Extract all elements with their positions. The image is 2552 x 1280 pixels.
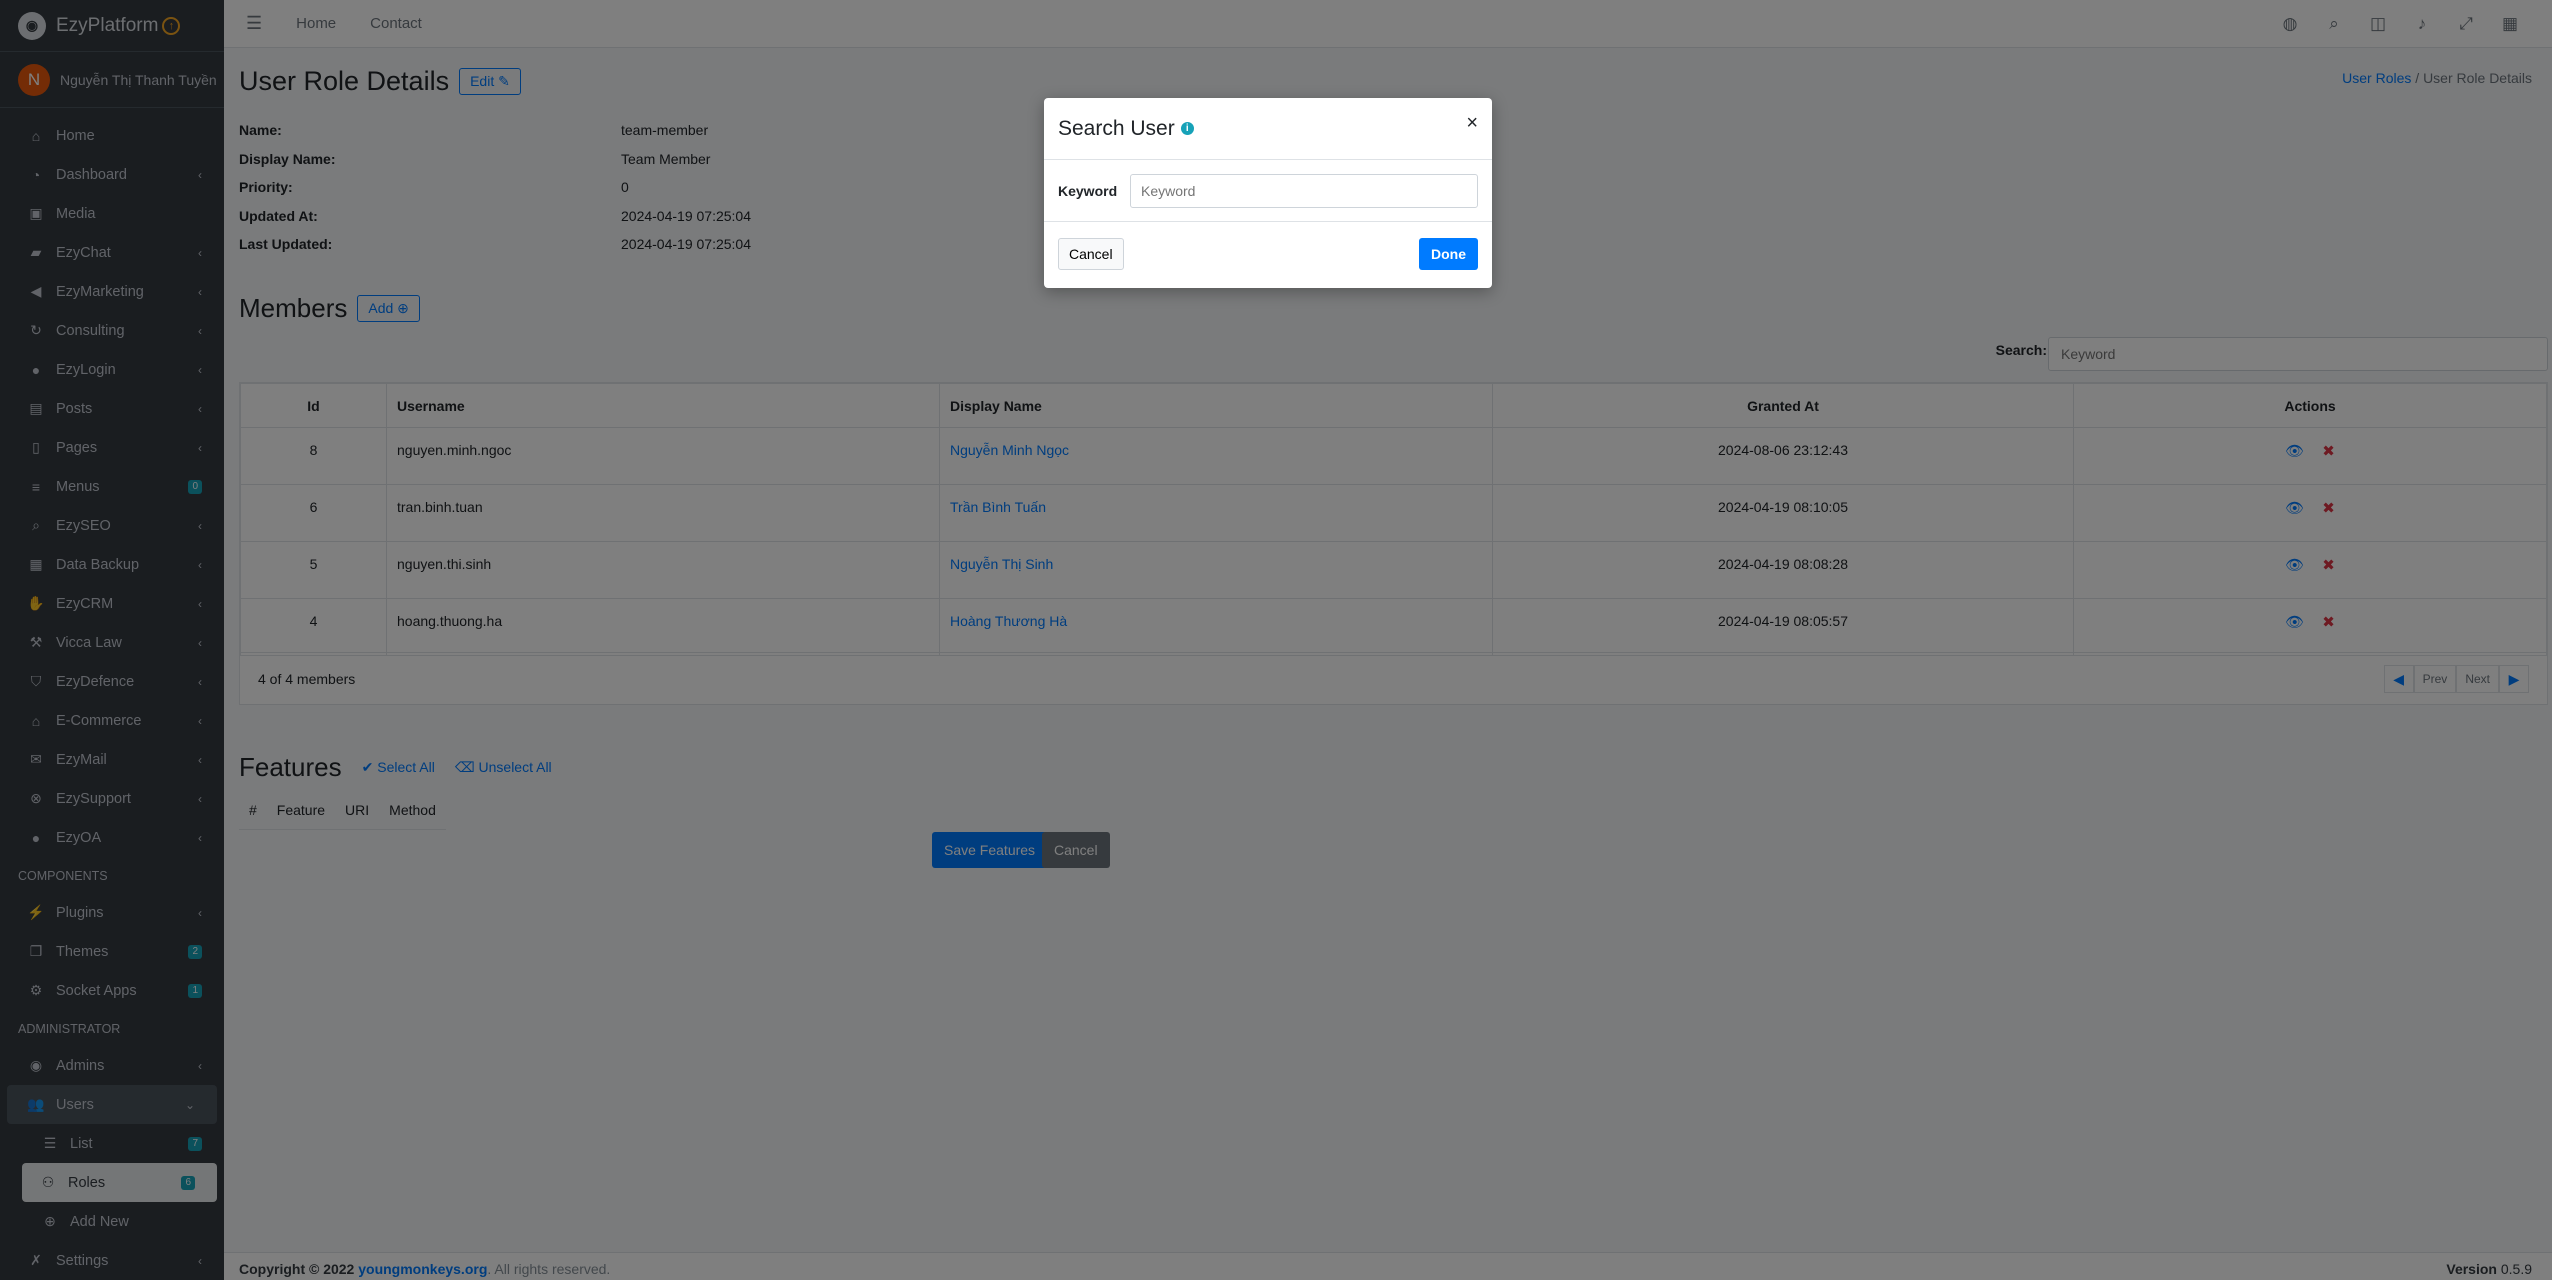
modal-header: Search User i × [1044,98,1492,160]
keyword-label: Keyword [1058,182,1118,199]
keyword-input[interactable] [1130,173,1478,208]
modal-body: Keyword [1044,160,1492,222]
modal-cancel-button[interactable]: Cancel [1058,238,1124,270]
modal-footer: Cancel Done [1044,222,1492,286]
modal-done-button[interactable]: Done [1419,238,1478,270]
search-user-modal: Search User i × Keyword Cancel Done [1044,98,1492,288]
info-icon[interactable]: i [1180,122,1194,135]
modal-title: Search User [1058,116,1175,140]
close-icon[interactable]: × [1466,112,1478,135]
